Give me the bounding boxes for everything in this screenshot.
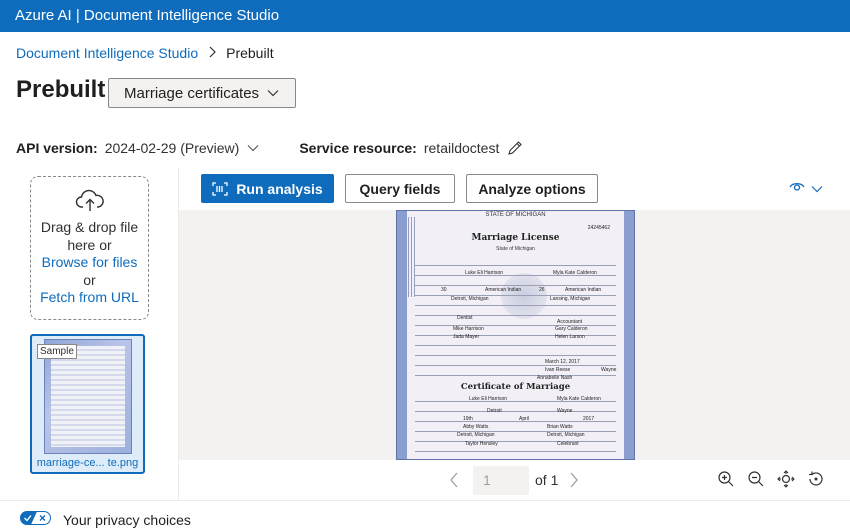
doc-deputy: Annabelle Nash (537, 375, 573, 381)
doc-groom-name: Luke Eli Harrison (465, 270, 504, 276)
model-dropdown[interactable]: Marriage certificates (108, 78, 296, 108)
doc-clerk: Ivan Reese (545, 367, 571, 373)
doc-cert-year: 2017 (583, 416, 595, 422)
doc-bride-occupation: Accountant (557, 319, 583, 325)
next-page-icon[interactable] (569, 472, 579, 488)
doc-license-lines (415, 259, 616, 383)
doc-officiant: Taylor Hensley (465, 441, 498, 447)
service-resource-label: Service resource: (299, 140, 417, 156)
fit-to-page-icon[interactable] (777, 470, 795, 488)
doc-bride-race: American Indian (565, 287, 602, 293)
scan-icon (212, 181, 228, 196)
doc-certificate-lines (415, 395, 616, 459)
pencil-icon[interactable] (507, 140, 523, 156)
analysis-toolbar: Run analysis Query fields Analyze option… (179, 168, 850, 210)
document-viewer[interactable]: STATE OF MICHIGAN 24245462 Marriage Lice… (179, 210, 850, 460)
doc-witness1: Abby Watts (463, 424, 489, 430)
eye-icon (789, 180, 805, 198)
zoom-in-icon[interactable] (717, 470, 735, 488)
run-analysis-label: Run analysis (236, 180, 323, 197)
fetch-url-link[interactable]: Fetch from URL (31, 289, 148, 307)
doc-groom-age: 30 (441, 287, 447, 293)
doc-bride-mother: Helen Larson (555, 334, 585, 340)
dropzone-or: or (83, 271, 96, 288)
doc-bride-city: Lansing, Michigan (550, 296, 591, 302)
footer: Your privacy choices (0, 500, 850, 528)
doc-record-number: 24245462 (587, 225, 610, 231)
doc-cert-city: Detroit (487, 408, 502, 414)
doc-groom-occupation: Dentist (457, 315, 473, 321)
chevron-right-icon (208, 46, 216, 61)
doc-state: STATE OF MICHIGAN (485, 212, 546, 218)
doc-cert-county: Wayne (557, 408, 573, 414)
doc-cert-groom: Luke Eli Harrison (469, 396, 508, 402)
doc-groom-city: Detroit, Michigan (451, 296, 489, 302)
doc-groom-race: American Indian (485, 287, 522, 293)
doc-cert-day: 19th (463, 416, 473, 422)
chevron-down-icon (267, 89, 279, 97)
dropzone-text: Drag & drop file here or (40, 219, 139, 253)
doc-groom-father: Mike Harrison (453, 326, 484, 332)
doc-bride-father: Gary Calderon (555, 326, 588, 332)
app-header: Azure AI | Document Intelligence Studio (0, 0, 850, 32)
file-panel: Drag & drop file here or Browse for file… (0, 168, 179, 500)
view-options-toggle[interactable] (789, 180, 823, 198)
breadcrumb-studio-link[interactable]: Document Intelligence Studio (16, 45, 198, 61)
file-dropzone[interactable]: Drag & drop file here or Browse for file… (30, 176, 149, 320)
model-dropdown-value: Marriage certificates (124, 84, 260, 102)
privacy-choices-link[interactable]: Your privacy choices (63, 512, 191, 528)
doc-county: Wayne (601, 367, 617, 373)
page-title: Prebuilt (16, 76, 106, 103)
browse-files-link[interactable]: Browse for files (31, 254, 148, 272)
analyze-options-button[interactable]: Analyze options (466, 174, 598, 203)
breadcrumb: Document Intelligence Studio Prebuilt (16, 45, 274, 61)
chevron-down-icon (811, 185, 823, 193)
api-version-dropdown[interactable]: 2024-02-29 (Preview) (105, 140, 240, 156)
doc-cert-bride: Myla Kate Calderon (557, 396, 601, 402)
page-count: of 1 (535, 472, 559, 488)
file-thumbnail[interactable]: Sample marriage-ce... te.png (30, 334, 145, 474)
doc-bride-name: Myla Kate Calderon (553, 270, 597, 276)
doc-witness1-city: Detroit, Michigan (457, 432, 495, 438)
rotate-icon[interactable] (807, 470, 825, 488)
doc-officiant-title: Celebrant (557, 441, 579, 447)
zoom-out-icon[interactable] (747, 470, 765, 488)
doc-bride-age: 26 (539, 287, 545, 293)
breadcrumb-current: Prebuilt (226, 45, 274, 61)
document-page: STATE OF MICHIGAN 24245462 Marriage Lice… (396, 210, 635, 460)
doc-witness2: Brian Watts (547, 424, 573, 430)
run-analysis-button[interactable]: Run analysis (201, 174, 334, 203)
doc-witness2-city: Detroit, Michigan (547, 432, 585, 438)
api-version-label: API version: (16, 140, 98, 156)
cloud-upload-icon (31, 189, 148, 213)
doc-title: Marriage License (471, 233, 560, 243)
settings-row: API version: 2024-02-29 (Preview) Servic… (16, 140, 523, 156)
query-fields-button[interactable]: Query fields (345, 174, 455, 203)
doc-certificate-title: Certificate of Marriage (460, 382, 571, 392)
document-content: STATE OF MICHIGAN 24245462 Marriage Lice… (407, 211, 624, 459)
page-navigator: 1 of 1 (179, 460, 850, 500)
page-number-input[interactable]: 1 (473, 466, 529, 495)
file-name: marriage-ce... te.png (36, 457, 139, 469)
chevron-down-icon[interactable] (247, 144, 259, 152)
privacy-choices-icon[interactable] (20, 511, 51, 525)
doc-application-date: March 12, 2017 (545, 359, 580, 365)
doc-subtitle: State of Michigan (496, 246, 535, 252)
previous-page-icon[interactable] (449, 472, 459, 488)
doc-cert-month: April (519, 416, 530, 422)
sample-badge: Sample (37, 344, 77, 359)
app-title: Azure AI | Document Intelligence Studio (15, 7, 280, 24)
service-resource-value: retaildoctest (423, 140, 500, 156)
doc-groom-mother: Jada Mayer (453, 334, 480, 340)
